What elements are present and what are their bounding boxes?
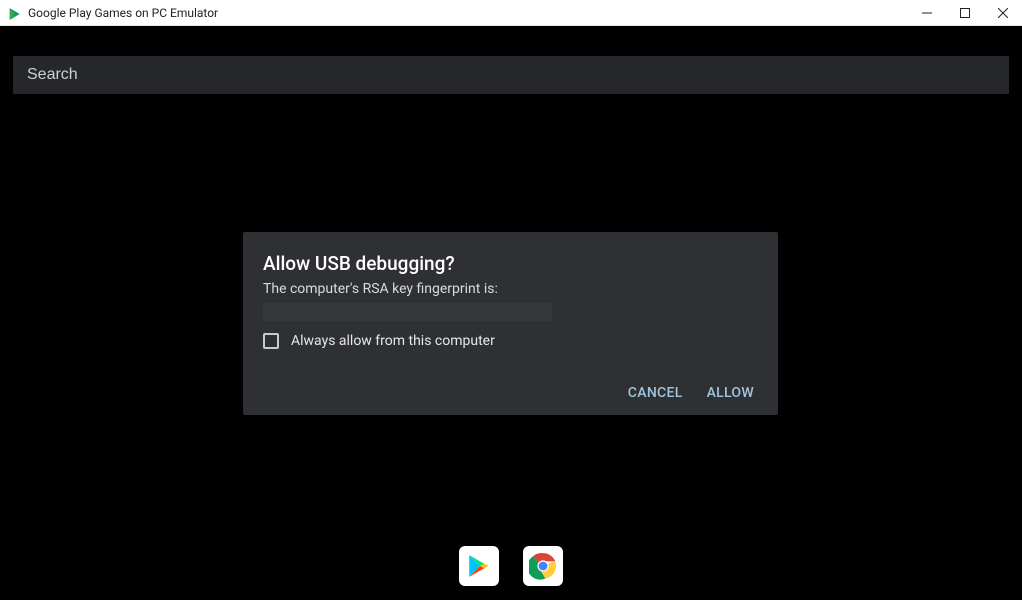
chrome-icon[interactable] — [523, 546, 563, 586]
play-store-icon[interactable] — [459, 546, 499, 586]
window-title: Google Play Games on PC Emulator — [28, 6, 218, 20]
always-allow-label: Always allow from this computer — [291, 333, 495, 349]
search-input[interactable] — [27, 66, 995, 84]
app-icon — [8, 6, 22, 20]
search-bar[interactable] — [13, 56, 1009, 94]
cancel-button[interactable]: CANCEL — [628, 385, 683, 401]
dialog-title: Allow USB debugging? — [263, 252, 758, 275]
rsa-fingerprint-redacted — [263, 303, 552, 321]
close-button[interactable] — [984, 0, 1022, 26]
always-allow-checkbox[interactable] — [263, 333, 279, 349]
dialog-subtitle: The computer's RSA key fingerprint is: — [263, 281, 758, 297]
window-titlebar: Google Play Games on PC Emulator — [0, 0, 1022, 26]
maximize-button[interactable] — [946, 0, 984, 26]
minimize-button[interactable] — [908, 0, 946, 26]
emulator-screen: Allow USB debugging? The computer's RSA … — [0, 26, 1022, 600]
usb-debugging-dialog: Allow USB debugging? The computer's RSA … — [243, 232, 778, 415]
always-allow-row[interactable]: Always allow from this computer — [263, 333, 758, 349]
app-dock — [0, 538, 1022, 600]
allow-button[interactable]: ALLOW — [707, 385, 754, 401]
dialog-actions: CANCEL ALLOW — [263, 385, 758, 401]
